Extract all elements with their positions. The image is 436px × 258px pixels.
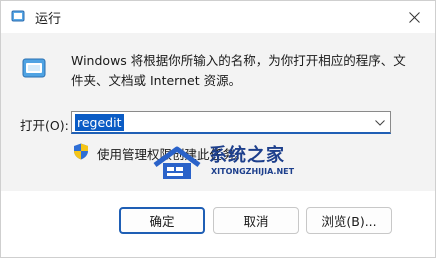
dialog-description: Windows 将根据你所输入的名称，为你打开相应的程序、文件夹、文档或 Int… [71, 53, 406, 88]
chevron-down-icon [374, 119, 385, 126]
close-icon [408, 11, 420, 23]
dialog-body: Windows 将根据你所输入的名称，为你打开相应的程序、文件夹、文档或 Int… [1, 33, 435, 191]
open-label: 打开(O): [20, 118, 69, 133]
watermark-logo-icon [153, 146, 201, 179]
run-dialog: 运行 Windows 将根据你所输入的名称，为你打开相应的程序、文件夹、文档或 … [0, 0, 436, 258]
run-app-icon [11, 10, 25, 22]
browse-button[interactable]: 浏览(B)... [306, 207, 392, 234]
combo-dropdown-button[interactable] [372, 115, 387, 130]
ok-button[interactable]: 确定 [119, 207, 205, 234]
title-bar[interactable]: 运行 [1, 1, 435, 33]
close-button[interactable] [399, 5, 429, 29]
open-input-value[interactable]: regedit [75, 114, 124, 131]
watermark-title: 系统之家 [209, 145, 285, 166]
run-program-icon [22, 58, 46, 78]
open-combobox[interactable]: regedit [71, 111, 391, 134]
watermark-subtitle: XITONGZHIJIA.NET [211, 167, 295, 176]
uac-shield-icon [74, 143, 88, 160]
watermark: 系统之家 XITONGZHIJIA.NET [149, 139, 299, 189]
cancel-button[interactable]: 取消 [213, 207, 299, 234]
dialog-footer: 确定 取消 浏览(B)... [1, 191, 435, 257]
window-title: 运行 [35, 12, 62, 27]
